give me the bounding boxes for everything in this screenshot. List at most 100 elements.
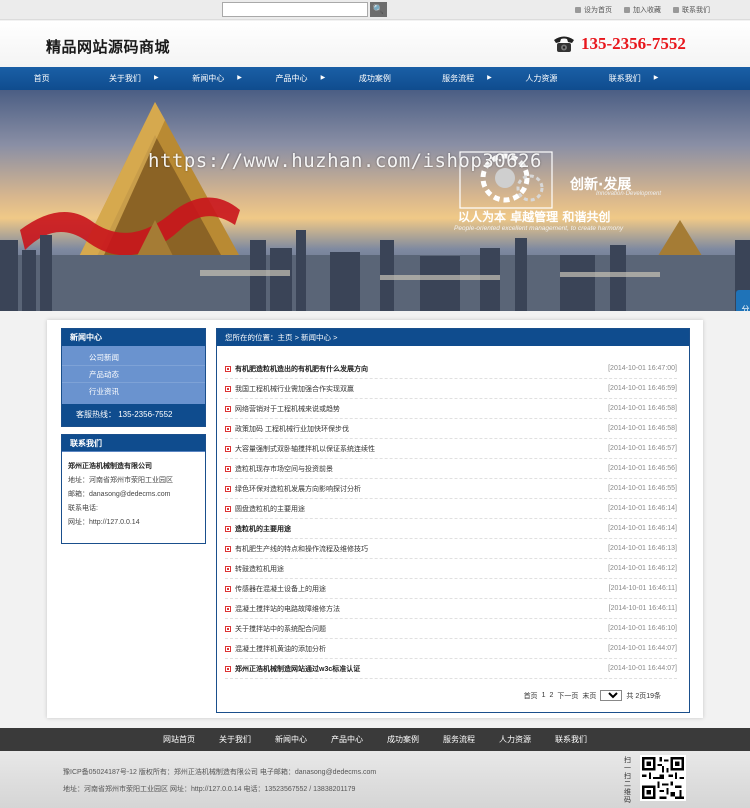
site-footer: 豫ICP备05024187号-12 版权所有：郑州正浩机械制造有限公司 电子邮箱… <box>0 751 750 808</box>
sidebar-item-industry-news[interactable]: 行业资讯 <box>62 383 205 400</box>
banner-artwork <box>0 102 750 311</box>
footer-nav-hr[interactable]: 人力资源 <box>487 728 543 751</box>
news-row: 圆盘造粒机的主要用途 [2014-10-01 16:46:14] <box>225 499 677 519</box>
contact-phone: 联系电话: <box>68 505 98 512</box>
bullet-icon <box>225 585 231 592</box>
phone-block: 135-2356-7552 <box>552 34 686 54</box>
site-header: 精品网站源码商城 135-2356-7552 <box>0 21 750 67</box>
news-date: [2014-10-01 16:46:58] <box>608 425 677 432</box>
footer-nav-home[interactable]: 网站首页 <box>151 728 207 751</box>
contact-us-link[interactable]: 联系我们 <box>673 5 710 15</box>
footer-nav-news[interactable]: 新闻中心 <box>263 728 319 751</box>
news-title-link[interactable]: 我国工程机械行业需加强合作实现双赢 <box>235 384 608 394</box>
news-row: 混凝土搅拌站的电路故障维修方法 [2014-10-01 16:46:11] <box>225 599 677 619</box>
add-favorite-link[interactable]: 加入收藏 <box>624 5 661 15</box>
news-title-link[interactable]: 混凝土搅拌机黄油的添加分析 <box>235 644 608 654</box>
top-links: 设为首页 加入收藏 联系我们 <box>575 5 710 15</box>
news-title-link[interactable]: 关于搅拌站中的系统配合问题 <box>235 624 608 634</box>
news-row: 造粒机现存市场空间与投资前景 [2014-10-01 16:46:56] <box>225 459 677 479</box>
sidebar-item-product-news[interactable]: 产品动态 <box>62 366 205 383</box>
footer-nav-contact[interactable]: 联系我们 <box>543 728 599 751</box>
pager-page-1[interactable]: 1 <box>542 692 546 699</box>
news-list: 有机肥造粒机造出的有机肥有什么发展方向 [2014-10-01 16:47:00]… <box>217 346 689 679</box>
news-title-link[interactable]: 圆盘造粒机的主要用途 <box>235 504 608 514</box>
footer-nav: 网站首页 关于我们 新闻中心 产品中心 成功案例 服务流程 人力资源 联系我们 <box>0 728 750 751</box>
footer-nav-about[interactable]: 关于我们 <box>207 728 263 751</box>
set-homepage-link[interactable]: 设为首页 <box>575 5 612 15</box>
news-row: 有机肥生产线的特点和操作流程及维修技巧 [2014-10-01 16:46:13] <box>225 539 677 559</box>
footer-nav-service[interactable]: 服务流程 <box>431 728 487 751</box>
news-row: 有机肥造粒机造出的有机肥有什么发展方向 [2014-10-01 16:47:00] <box>225 359 677 379</box>
bullet-icon <box>225 625 231 632</box>
news-date: [2014-10-01 16:46:56] <box>608 465 677 472</box>
news-title-link[interactable]: 转鼓造粒机用途 <box>235 564 608 574</box>
nav-item-hr[interactable]: 人力资源 <box>500 67 583 90</box>
chevron-right-icon: ▶ <box>653 75 659 81</box>
contact-details: 郑州正浩机械制造有限公司 地址：河南省郑州市荥阳工业园区 邮箱：danasong… <box>62 452 205 538</box>
news-title-link[interactable]: 大容量强制式双卧轴搅拌机以保证系统连续性 <box>235 444 608 454</box>
phone-number: 135-2356-7552 <box>581 34 686 53</box>
share-tab[interactable]: 分享到 <box>736 290 750 311</box>
news-title-link[interactable]: 绿色环保对造粒机发展方向影响探讨分析 <box>235 484 608 494</box>
footer-nav-products[interactable]: 产品中心 <box>319 728 375 751</box>
news-title-link[interactable]: 有机肥造粒机造出的有机肥有什么发展方向 <box>235 364 608 374</box>
contact-company: 郑州正浩机械制造有限公司 <box>68 463 152 470</box>
nav-item-news[interactable]: 新闻中心 ▶ <box>167 67 250 90</box>
pager-last[interactable]: 末页 <box>582 691 596 701</box>
home-icon <box>575 7 581 13</box>
pager-next[interactable]: 下一页 <box>557 691 578 701</box>
news-date: [2014-10-01 16:46:57] <box>608 445 677 452</box>
nav-item-about[interactable]: 关于我们 ▶ <box>83 67 166 90</box>
news-date: [2014-10-01 16:46:59] <box>608 385 677 392</box>
news-title-link[interactable]: 造粒机现存市场空间与投资前景 <box>235 464 608 474</box>
news-title-link[interactable]: 网络营销对于工程机械来说或趋势 <box>235 404 608 414</box>
search-button[interactable]: 🔍 <box>370 2 387 17</box>
nav-item-contact[interactable]: 联系我们 ▶ <box>583 67 666 90</box>
news-row: 大容量强制式双卧轴搅拌机以保证系统连续性 [2014-10-01 16:46:57… <box>225 439 677 459</box>
news-title-link[interactable]: 有机肥生产线的特点和操作流程及维修技巧 <box>235 544 608 554</box>
news-content: 您所在的位置：主页 > 新闻中心 > 有机肥造粒机造出的有机肥有什么发展方向 [2… <box>216 328 690 713</box>
news-date: [2014-10-01 16:46:13] <box>608 545 677 552</box>
contact-email: 邮箱：danasong@dedecms.com <box>68 491 171 498</box>
bullet-icon <box>225 565 231 572</box>
star-icon <box>624 7 630 13</box>
nav-item-home[interactable]: 首页 <box>0 67 83 90</box>
pagination: 首页 1 2 下一页 末页 1 共 2页19条 <box>524 690 661 701</box>
news-title-link[interactable]: 传感器在混凝土设备上的用途 <box>235 584 609 594</box>
nav-item-service[interactable]: 服务流程 ▶ <box>416 67 499 90</box>
news-date: [2014-10-01 16:46:14] <box>608 505 677 512</box>
bullet-icon <box>225 485 231 492</box>
pager-first[interactable]: 首页 <box>524 691 538 701</box>
contact-website: 网址：http://127.0.0.14 <box>68 519 140 526</box>
search-input[interactable] <box>222 2 368 17</box>
news-title-link[interactable]: 郑州正浩机械制造网站通过w3c标准认证 <box>235 664 608 674</box>
news-title-link[interactable]: 混凝土搅拌站的电路故障维修方法 <box>235 604 609 614</box>
news-date: [2014-10-01 16:46:55] <box>608 485 677 492</box>
bullet-icon <box>225 365 231 372</box>
sidebar-item-company-news[interactable]: 公司新闻 <box>62 349 205 366</box>
nav-item-products[interactable]: 产品中心 ▶ <box>250 67 333 90</box>
news-title-link[interactable]: 政策加码 工程机械行业加快环保步伐 <box>235 424 608 434</box>
news-row: 混凝土搅拌机黄油的添加分析 [2014-10-01 16:44:07] <box>225 639 677 659</box>
footer-nav-cases[interactable]: 成功案例 <box>375 728 431 751</box>
pager-page-2[interactable]: 2 <box>549 692 553 699</box>
bullet-icon <box>225 645 231 652</box>
bullet-icon <box>225 665 231 672</box>
bullet-icon <box>225 525 231 532</box>
news-row: 关于搅拌站中的系统配合问题 [2014-10-01 16:46:10] <box>225 619 677 639</box>
sidebar-news-list: 公司新闻 产品动态 行业资讯 <box>62 346 205 404</box>
news-date: [2014-10-01 16:46:11] <box>608 585 677 592</box>
pager-select[interactable]: 1 <box>600 690 623 701</box>
pager-summary: 共 2页19条 <box>626 692 661 700</box>
top-utility-bar: 🔍 设为首页 加入收藏 联系我们 <box>0 0 750 20</box>
site-logo[interactable]: 精品网站源码商城 <box>46 36 170 57</box>
chevron-right-icon: ▶ <box>487 75 492 81</box>
nav-item-cases[interactable]: 成功案例 <box>333 67 416 90</box>
news-title-link[interactable]: 造粒机的主要用途 <box>235 524 608 534</box>
search-icon: 🔍 <box>372 4 385 14</box>
news-row: 郑州正浩机械制造网站通过w3c标准认证 [2014-10-01 16:44:07] <box>225 659 677 679</box>
bullet-icon <box>225 385 231 392</box>
main-nav: 首页 关于我们 ▶ 新闻中心 ▶ 产品中心 ▶ 成功案例 服务流程 ▶ 人力资源 联系我… <box>0 67 750 90</box>
bullet-icon <box>225 445 231 452</box>
bullet-icon <box>225 465 231 472</box>
